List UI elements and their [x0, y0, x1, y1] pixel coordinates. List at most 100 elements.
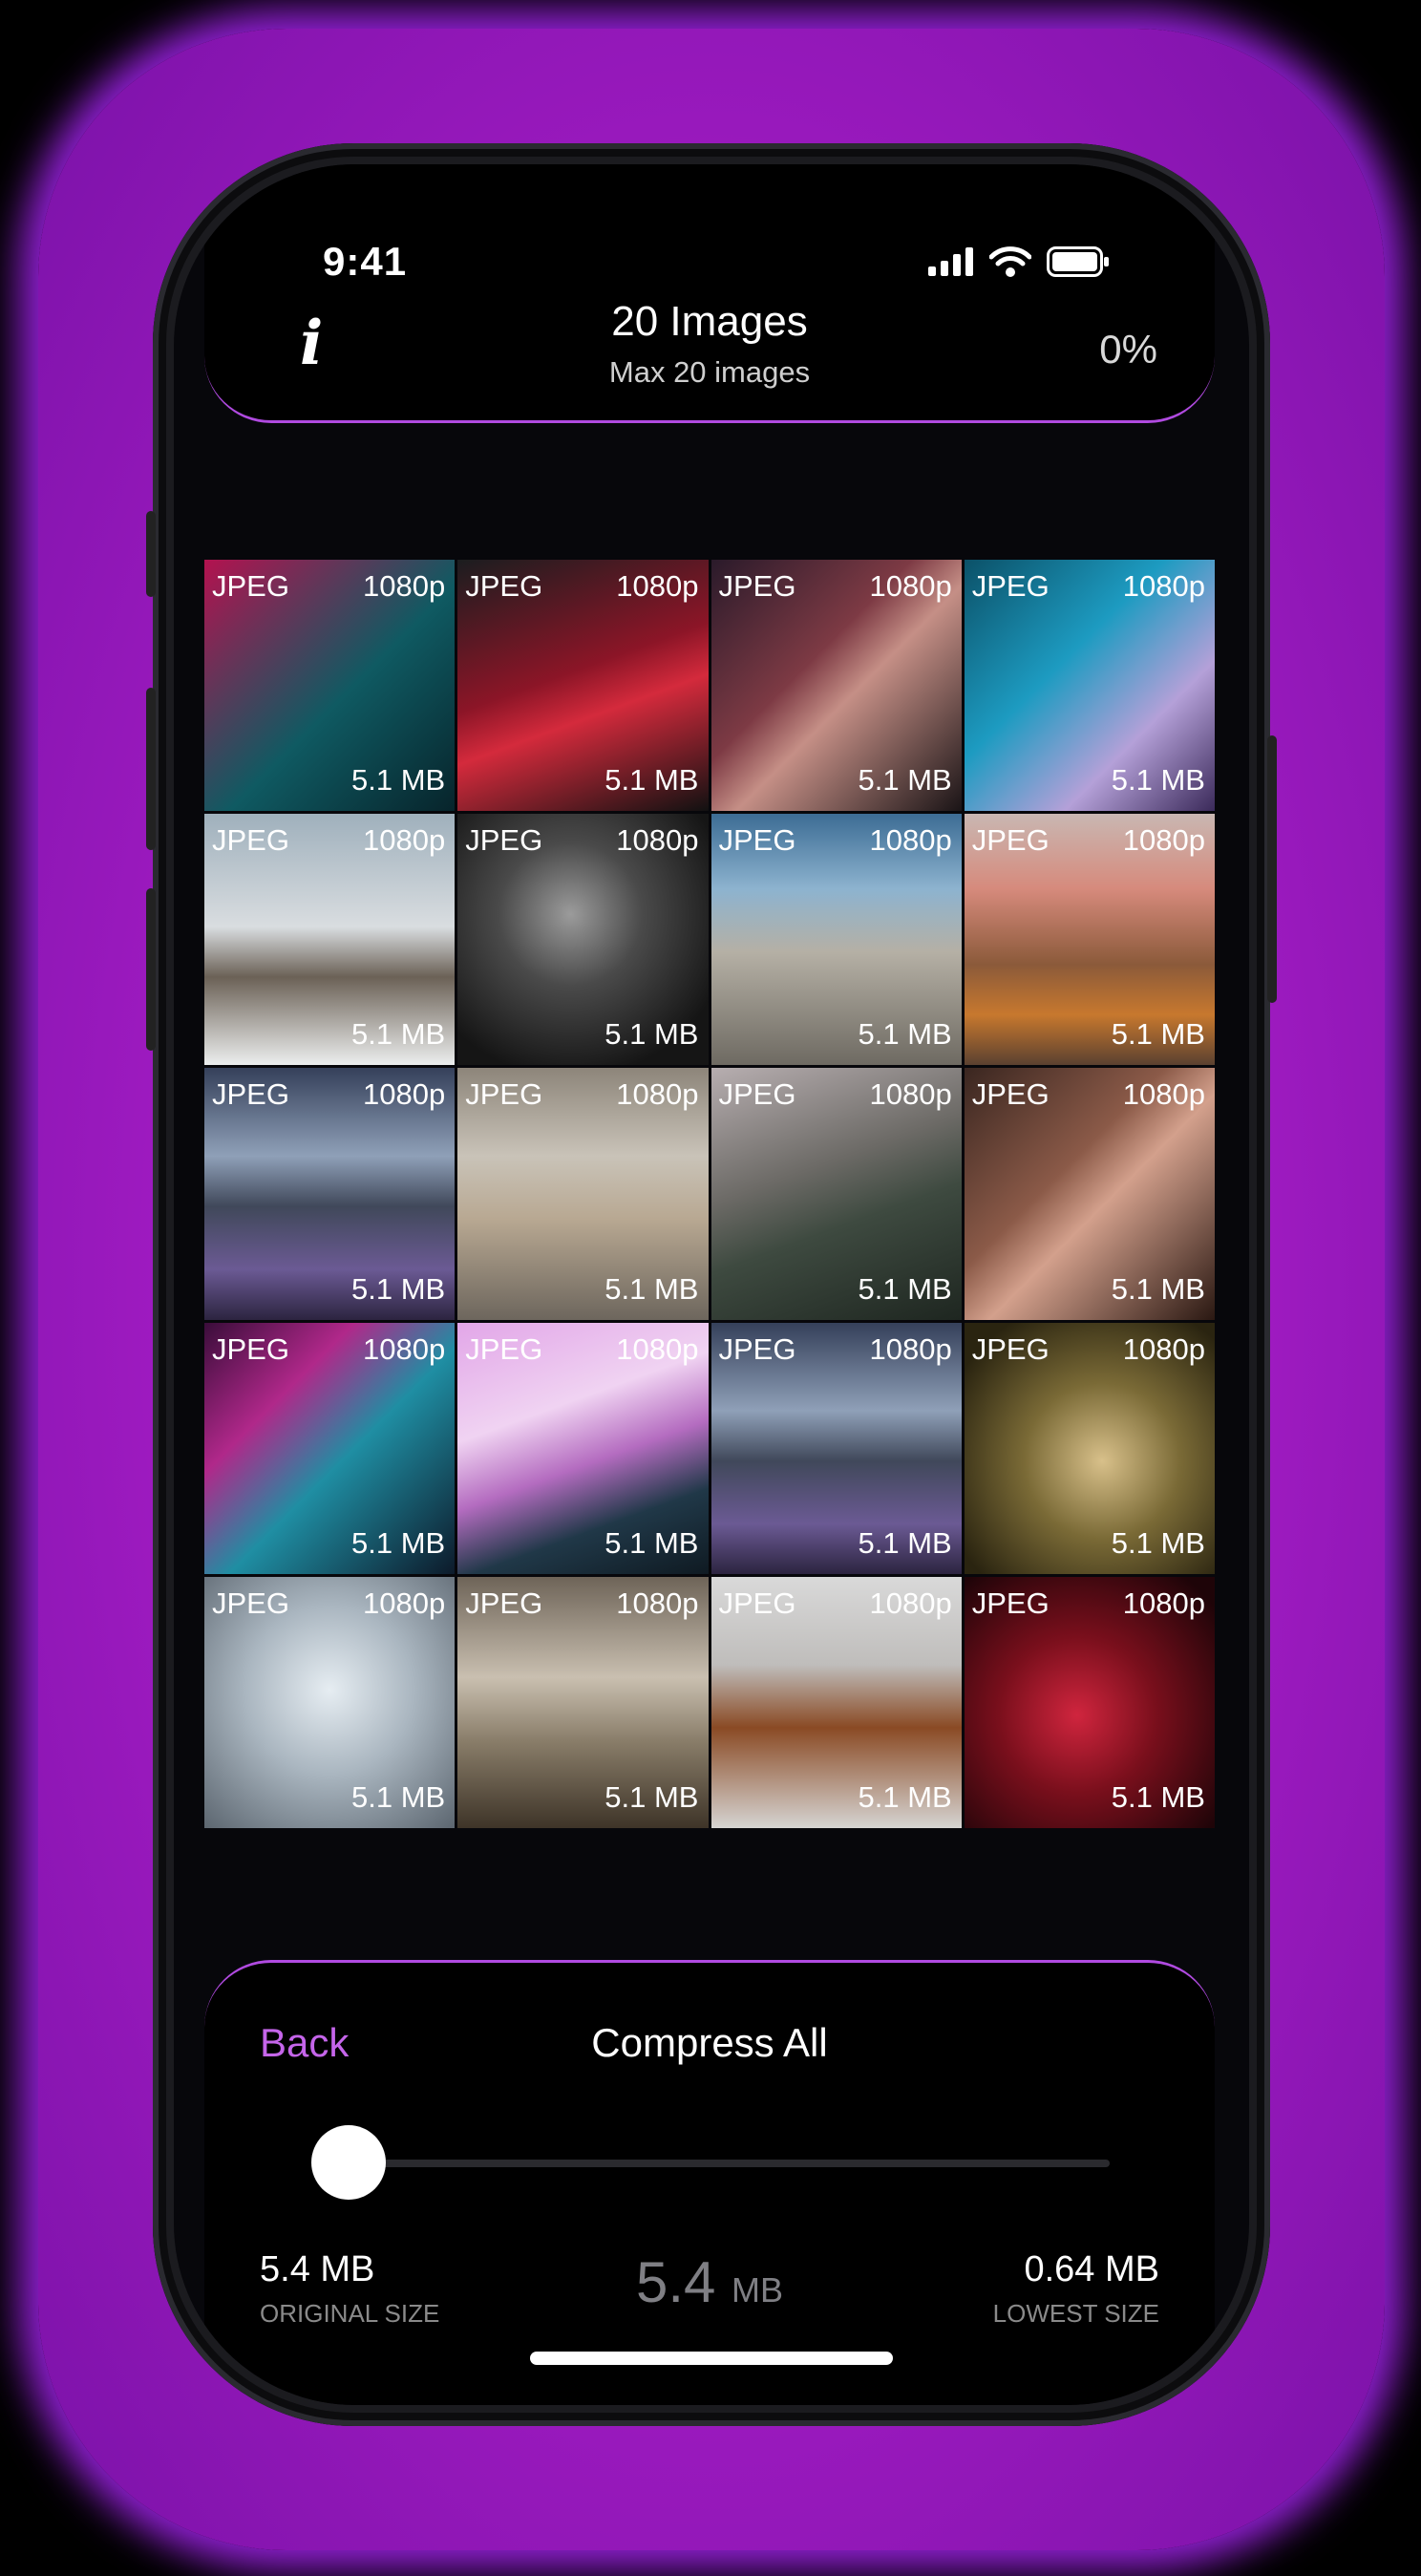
tile-resolution: 1080p: [1122, 1586, 1205, 1620]
tile-format: JPEG: [212, 1586, 289, 1620]
tile-format: JPEG: [212, 1077, 289, 1112]
app-screen: 9:41 i 20 Images Max 20 images 0% JPEG 1…: [174, 164, 1249, 2405]
tile-resolution: 1080p: [1122, 1331, 1205, 1366]
tile-resolution: 1080p: [363, 1077, 446, 1112]
tile-size: 5.1 MB: [858, 1780, 952, 1814]
page-title: 20 Images: [611, 298, 808, 345]
tile-size: 5.1 MB: [604, 1017, 699, 1052]
image-tile[interactable]: JPEG 1080p 5.1 MB: [964, 560, 1215, 812]
image-tile[interactable]: JPEG 1080p 5.1 MB: [710, 560, 962, 812]
current-size-value: 5.4: [635, 2250, 716, 2314]
tile-format: JPEG: [465, 1586, 543, 1620]
image-tile[interactable]: JPEG 1080p 5.1 MB: [204, 1322, 456, 1574]
image-tile[interactable]: JPEG 1080p 5.1 MB: [964, 1576, 1215, 1828]
tile-format: JPEG: [465, 1077, 543, 1112]
tile-format: JPEG: [971, 823, 1050, 858]
status-bar: 9:41: [204, 231, 1215, 288]
tile-format: JPEG: [971, 1077, 1050, 1112]
image-tile[interactable]: JPEG 1080p 5.1 MB: [457, 1322, 709, 1574]
tile-format: JPEG: [718, 1586, 796, 1620]
compression-slider-thumb[interactable]: [311, 2125, 386, 2200]
tile-format: JPEG: [971, 1331, 1050, 1366]
image-tile[interactable]: JPEG 1080p 5.1 MB: [204, 1576, 456, 1828]
tile-format: JPEG: [971, 569, 1050, 603]
battery-icon: [1047, 246, 1109, 277]
image-tile[interactable]: JPEG 1080p 5.1 MB: [204, 1068, 456, 1320]
volume-up-button: [146, 688, 156, 850]
compression-slider-track[interactable]: [348, 2160, 1110, 2167]
tile-format: JPEG: [718, 1077, 796, 1112]
tile-format: JPEG: [212, 1331, 289, 1366]
cellular-signal-icon: [928, 247, 973, 276]
page-subtitle: Max 20 images: [608, 355, 811, 389]
image-tile[interactable]: JPEG 1080p 5.1 MB: [204, 560, 456, 812]
tile-resolution: 1080p: [363, 1331, 446, 1366]
tile-size: 5.1 MB: [604, 1271, 699, 1306]
tile-size: 5.1 MB: [604, 1780, 699, 1814]
tile-size: 5.1 MB: [858, 1271, 952, 1306]
image-tile[interactable]: JPEG 1080p 5.1 MB: [457, 1068, 709, 1320]
tile-format: JPEG: [465, 1331, 543, 1366]
image-tile[interactable]: JPEG 1080p 5.1 MB: [964, 1322, 1215, 1574]
image-tile[interactable]: JPEG 1080p 5.1 MB: [710, 1322, 962, 1574]
tile-size: 5.1 MB: [1111, 1525, 1205, 1560]
tile-resolution: 1080p: [869, 1077, 952, 1112]
tile-resolution: 1080p: [869, 1586, 952, 1620]
tile-resolution: 1080p: [616, 823, 699, 858]
tile-format: JPEG: [971, 1586, 1050, 1620]
tile-format: JPEG: [718, 569, 796, 603]
image-tile[interactable]: JPEG 1080p 5.1 MB: [457, 1576, 709, 1828]
tile-size: 5.1 MB: [351, 1780, 446, 1814]
lowest-size-label: LOWEST SIZE: [992, 2299, 1159, 2328]
compress-all-button[interactable]: Compress All: [204, 2020, 1215, 2066]
tile-resolution: 1080p: [616, 1331, 699, 1366]
tile-size: 5.1 MB: [1111, 1780, 1205, 1814]
power-button: [1267, 735, 1277, 1003]
tile-size: 5.1 MB: [858, 1525, 952, 1560]
image-tile[interactable]: JPEG 1080p 5.1 MB: [964, 814, 1215, 1066]
lowest-size-value: 0.64 MB: [1024, 2249, 1159, 2289]
tile-resolution: 1080p: [1122, 1077, 1205, 1112]
home-indicator: [530, 2352, 893, 2365]
tile-resolution: 1080p: [616, 1586, 699, 1620]
tile-resolution: 1080p: [869, 1331, 952, 1366]
image-tile[interactable]: JPEG 1080p 5.1 MB: [710, 1068, 962, 1320]
image-tile[interactable]: JPEG 1080p 5.1 MB: [964, 1068, 1215, 1320]
tile-resolution: 1080p: [1122, 569, 1205, 603]
tile-size: 5.1 MB: [351, 763, 446, 798]
wifi-icon: [989, 246, 1031, 277]
tile-format: JPEG: [718, 823, 796, 858]
tile-resolution: 1080p: [363, 823, 446, 858]
volume-down-button: [146, 888, 156, 1051]
tile-size: 5.1 MB: [604, 1525, 699, 1560]
tile-resolution: 1080p: [363, 569, 446, 603]
tile-format: JPEG: [212, 823, 289, 858]
image-tile[interactable]: JPEG 1080p 5.1 MB: [204, 814, 456, 1066]
progress-percent: 0%: [1099, 327, 1157, 372]
tile-size: 5.1 MB: [604, 763, 699, 798]
tile-size: 5.1 MB: [351, 1271, 446, 1306]
tile-size: 5.1 MB: [351, 1017, 446, 1052]
tile-size: 5.1 MB: [858, 763, 952, 798]
tile-resolution: 1080p: [869, 823, 952, 858]
tile-size: 5.1 MB: [858, 1017, 952, 1052]
tile-resolution: 1080p: [1122, 823, 1205, 858]
tile-format: JPEG: [718, 1331, 796, 1366]
status-icons: [928, 246, 1110, 277]
tile-format: JPEG: [465, 569, 543, 603]
mute-switch: [146, 511, 156, 597]
image-tile[interactable]: JPEG 1080p 5.1 MB: [457, 560, 709, 812]
tile-size: 5.1 MB: [1111, 1017, 1205, 1052]
tile-size: 5.1 MB: [351, 1525, 446, 1560]
tile-resolution: 1080p: [869, 569, 952, 603]
tile-resolution: 1080p: [616, 1077, 699, 1112]
header-bar: 9:41 i 20 Images Max 20 images 0%: [204, 164, 1215, 423]
image-tile[interactable]: JPEG 1080p 5.1 MB: [710, 814, 962, 1066]
tile-resolution: 1080p: [363, 1586, 446, 1620]
tile-format: JPEG: [465, 823, 543, 858]
image-tile[interactable]: JPEG 1080p 5.1 MB: [457, 814, 709, 1066]
status-time: 9:41: [323, 239, 408, 284]
image-tile[interactable]: JPEG 1080p 5.1 MB: [710, 1576, 962, 1828]
compress-panel: Back Compress All 5.4 MB ORIGINAL SIZE 5…: [204, 1960, 1215, 2405]
current-size-unit: MB: [732, 2270, 784, 2310]
